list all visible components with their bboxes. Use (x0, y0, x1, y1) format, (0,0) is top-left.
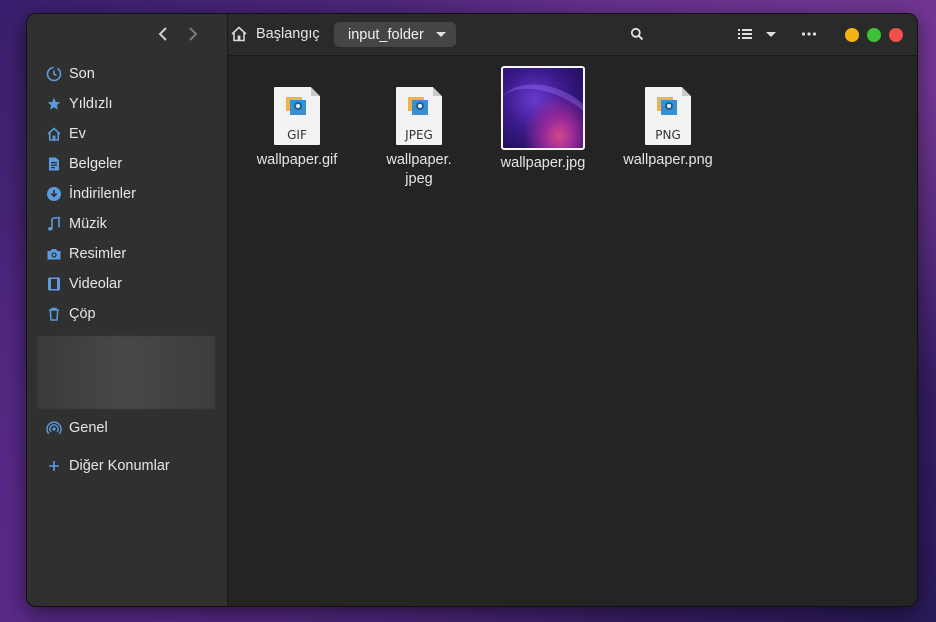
close-button[interactable] (889, 28, 903, 42)
image-thumbnail (501, 66, 585, 150)
chevron-down-icon (435, 32, 446, 37)
breadcrumb-current-folder[interactable]: input_folder (334, 22, 456, 47)
trash-icon (46, 306, 62, 322)
search-button[interactable] (628, 24, 646, 44)
home-icon (46, 126, 62, 142)
forward-button[interactable] (183, 24, 201, 44)
image-file-icon: PNG (645, 87, 691, 145)
sidebar-item-label: Diğer Konumlar (69, 458, 170, 474)
home-icon (230, 25, 248, 43)
chevron-right-icon (189, 27, 198, 41)
image-file-icon: JPEG (396, 87, 442, 145)
sidebar-item-label: Resimler (69, 246, 127, 262)
sidebar-item-label: Genel (69, 420, 108, 436)
sidebar-item-resimler[interactable]: Resimler (27, 240, 227, 268)
sidebar-item-label: Çöp (69, 306, 96, 322)
file-name: wallpaper.jpg (500, 155, 586, 171)
sidebar-item-label: İndirilenler (69, 186, 136, 202)
sidebar-item-son[interactable]: Son (27, 60, 227, 88)
sidebar-item-indirilenler[interactable]: İndirilenler (27, 180, 227, 208)
clock-icon (46, 66, 62, 82)
sidebar-item-videolar[interactable]: Videolar (27, 270, 227, 298)
download-icon (46, 186, 62, 202)
sidebar-item-cop[interactable]: Çöp (27, 300, 227, 328)
sidebar-item-label: Yıldızlı (69, 96, 113, 112)
plus-icon (46, 458, 62, 474)
sidebar-item-muzik[interactable]: Müzik (27, 210, 227, 238)
chevron-down-icon (766, 31, 776, 37)
sidebar-item-label: Videolar (69, 276, 122, 292)
list-view-button[interactable] (736, 24, 754, 44)
sidebar-item-label: Son (69, 66, 95, 82)
back-button[interactable] (155, 24, 173, 44)
file-grid: GIF wallpaper.gif JPEG wallpaper. jpeg wa… (228, 56, 917, 606)
file-manager-window: Son Yıldızlı Ev Belgeler İndirilenler Mü… (26, 13, 918, 607)
star-icon (46, 96, 62, 112)
breadcrumb-home[interactable]: Başlangıç (230, 23, 320, 45)
file-name: wallpaper.gif (256, 152, 338, 168)
music-icon (46, 216, 62, 232)
file-name: wallpaper. jpeg (386, 152, 452, 187)
view-options-button[interactable] (764, 24, 778, 44)
header-bar: Başlangıç input_folder (228, 14, 917, 56)
sidebar-item-other-locations[interactable]: Diğer Konumlar (27, 452, 227, 480)
sidebar-item-label: Ev (69, 126, 86, 142)
camera-icon (46, 246, 62, 262)
network-icon (46, 420, 62, 436)
sidebar-header (27, 14, 227, 55)
file-item-gif[interactable]: GIF wallpaper.gif (242, 56, 352, 170)
menu-button[interactable] (798, 24, 820, 44)
chevron-left-icon (158, 27, 167, 41)
breadcrumb-home-label: Başlangıç (256, 26, 320, 42)
document-icon (46, 156, 62, 172)
sidebar-item-ev[interactable]: Ev (27, 120, 227, 148)
file-item-jpg[interactable]: wallpaper.jpg (488, 56, 598, 173)
file-item-jpeg[interactable]: JPEG wallpaper. jpeg (364, 56, 474, 189)
sidebar-item-yildizli[interactable]: Yıldızlı (27, 90, 227, 118)
sidebar-item-genel[interactable]: Genel (27, 414, 227, 442)
image-file-icon: GIF (274, 87, 320, 145)
sidebar-item-label: Belgeler (69, 156, 123, 172)
breadcrumb-folder-label: input_folder (348, 26, 424, 43)
maximize-button[interactable] (867, 28, 881, 42)
sidebar-item-label: Müzik (69, 216, 107, 232)
file-name: wallpaper.png (623, 152, 713, 168)
minimize-button[interactable] (845, 28, 859, 42)
redacted-area (37, 336, 215, 409)
file-item-png[interactable]: PNG wallpaper.png (613, 56, 723, 170)
film-icon (46, 276, 62, 292)
more-icon (801, 32, 817, 36)
list-icon (738, 29, 752, 39)
search-icon (630, 27, 644, 41)
sidebar: Son Yıldızlı Ev Belgeler İndirilenler Mü… (27, 14, 228, 606)
sidebar-item-belgeler[interactable]: Belgeler (27, 150, 227, 178)
